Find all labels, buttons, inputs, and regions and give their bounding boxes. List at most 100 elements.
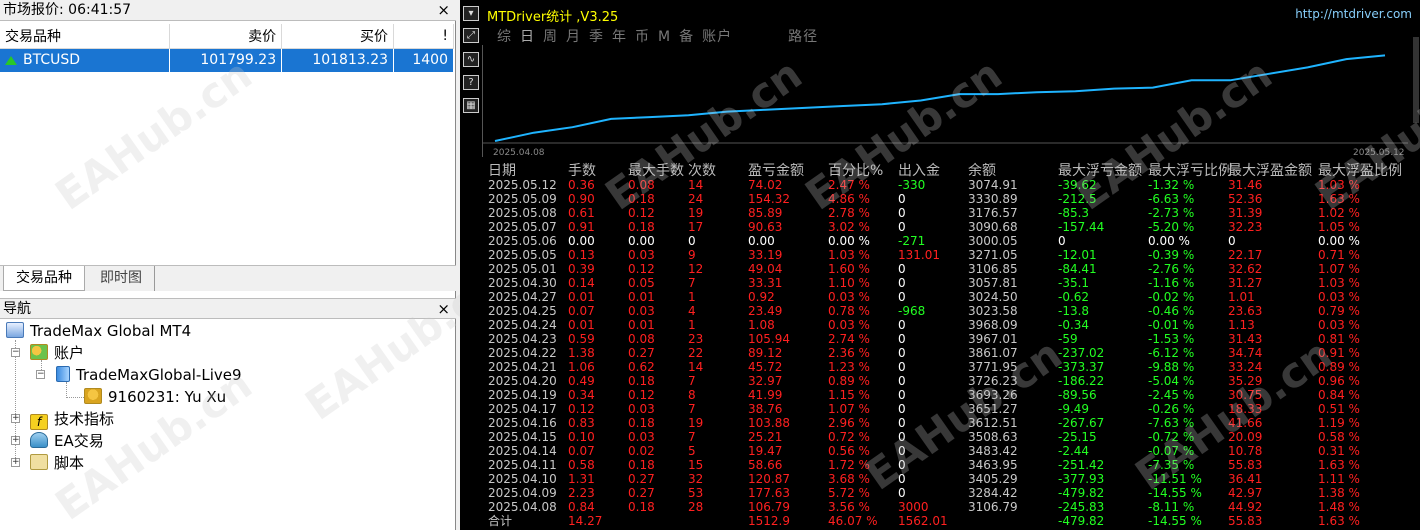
column-header-ask[interactable]: 买价 [281, 24, 395, 49]
column-header-spread[interactable]: ! [393, 24, 454, 49]
cell-balance: 3271.05 [968, 248, 1018, 262]
cell-deposit: 0 [898, 444, 906, 458]
expand-icon[interactable]: ⤢ [463, 28, 479, 43]
cell-max-float-loss: -237.02 [1058, 346, 1105, 360]
cell-balance: 3612.51 [968, 416, 1018, 430]
cell-max-float-loss: -377.93 [1058, 472, 1105, 486]
cell-pnl: 32.97 [748, 374, 783, 388]
cell-max-float-loss-pct: -1.32 % [1148, 178, 1195, 192]
cell-balance: 3106.85 [968, 262, 1018, 276]
expand-icon[interactable]: + [11, 414, 20, 423]
cell-balance: 3967.01 [968, 332, 1018, 346]
stats-menu-item[interactable]: 周 [543, 29, 558, 45]
cell-max-float-profit-pct: 0.96 % [1318, 374, 1360, 388]
symbol-cell[interactable]: BTCUSD [0, 48, 171, 72]
cell-max-float-profit: 32.62 [1228, 262, 1263, 276]
cell-percent: 3.56 % [828, 500, 870, 514]
cell-percent: 3.02 % [828, 220, 870, 234]
cell-max-float-loss: -251.42 [1058, 458, 1105, 472]
cell-lots: 0.61 [568, 206, 595, 220]
tree-node-experts[interactable]: EA交易 [30, 430, 104, 452]
tree-node-scripts[interactable]: 脚本 [30, 452, 84, 474]
cell-deposit: 0 [898, 430, 906, 444]
tab-tick-chart[interactable]: 即时图 [88, 266, 155, 291]
cell-count: 32 [688, 472, 704, 486]
cell-max-float-profit-pct: 1.38 % [1318, 486, 1360, 500]
stats-menu-item[interactable]: 日 [520, 29, 535, 45]
cell-date: 2025.04.10 [488, 472, 557, 486]
cell-pnl: 33.31 [748, 276, 783, 290]
column-header-count: 次数 [688, 163, 716, 179]
stats-menu-item[interactable]: 币 [635, 29, 650, 45]
stats-menu-item[interactable]: 季 [589, 29, 604, 45]
indicator-url[interactable]: http://mtdriver.com [1295, 7, 1412, 21]
bid-cell[interactable]: 101799.23 [169, 48, 283, 72]
stats-menu-item[interactable]: M [658, 29, 671, 45]
tab-symbols[interactable]: 交易品种 [3, 266, 85, 291]
market-watch-close-icon[interactable]: × [437, 0, 450, 21]
stats-menu-item[interactable]: 路径 [788, 29, 818, 45]
stats-menu-item[interactable]: 账户 [702, 29, 732, 45]
cell-count: 14 [688, 178, 704, 192]
column-header-symbol[interactable]: 交易品种 [0, 24, 171, 49]
tree-node-account[interactable]: 9160231: Yu Xu [84, 386, 226, 408]
stats-menu-item[interactable]: 月 [566, 29, 581, 45]
cell-max-float-loss: -0.62 [1058, 290, 1090, 304]
help-icon[interactable]: ? [463, 75, 479, 90]
scrollbar-thumb[interactable] [1413, 37, 1419, 123]
cell-max-float-profit-pct: 0.89 % [1318, 360, 1360, 374]
tree-node-server[interactable]: TradeMaxGlobal-Live9 [56, 364, 242, 386]
total-cell-max-float-profit: 55.83 [1228, 514, 1263, 528]
cell-deposit: -271 [898, 234, 926, 248]
cell-date: 2025.05.07 [488, 220, 557, 234]
cell-count: 23 [688, 332, 704, 346]
cell-count: 15 [688, 458, 704, 472]
collapse-icon[interactable]: − [11, 348, 20, 357]
total-cell-date: 合计 [488, 514, 513, 528]
cell-deposit: 0 [898, 472, 906, 486]
scrollbar[interactable] [1412, 37, 1420, 530]
navigator-close-icon[interactable]: × [437, 299, 450, 320]
chart-window: ▾ ⤢ ∿ ? ▦ MTDriver统计 ,V3.25 http://mtdri… [460, 0, 1420, 530]
stats-menu-item[interactable]: 备 [679, 29, 694, 45]
stats-menu-item[interactable]: 年 [612, 29, 627, 45]
cell-max-lots: 0.01 [628, 318, 655, 332]
tree-label-server: TradeMaxGlobal-Live9 [76, 366, 242, 384]
expand-icon[interactable]: + [11, 458, 20, 467]
equity-curve-svg: 2025.04.08 2025.05.12 [483, 54, 1408, 158]
cell-deposit: 0 [898, 276, 906, 290]
cell-max-float-loss-pct: -2.45 % [1148, 388, 1195, 402]
cell-max-float-loss-pct: -14.55 % [1148, 486, 1202, 500]
cell-max-float-profit: 31.39 [1228, 206, 1263, 220]
indicators-icon: f [30, 414, 48, 430]
cell-lots: 0.14 [568, 276, 595, 290]
collapse-icon[interactable]: − [36, 370, 45, 379]
total-cell-pnl: 1512.9 [748, 514, 790, 528]
cell-date: 2025.04.21 [488, 360, 557, 374]
cell-max-float-profit: 1.13 [1228, 318, 1255, 332]
cell-max-lots: 0.18 [628, 374, 655, 388]
table-row[interactable]: BTCUSD 101799.23 101813.23 1400 [0, 48, 454, 72]
tree-node-indicators[interactable]: f 技术指标 [30, 408, 114, 430]
stats-menu-item[interactable]: 综 [497, 29, 512, 45]
equity-line [494, 54, 1386, 142]
chevron-down-icon[interactable]: ▾ [463, 6, 479, 21]
chart-icon[interactable]: ∿ [463, 52, 479, 67]
cell-deposit: 0 [898, 374, 906, 388]
cell-max-lots: 0.12 [628, 206, 655, 220]
cell-percent: 3.68 % [828, 472, 870, 486]
cell-percent: 1.23 % [828, 360, 870, 374]
cell-count: 14 [688, 360, 704, 374]
spread-cell[interactable]: 1400 [393, 48, 454, 72]
expand-icon[interactable]: + [11, 436, 20, 445]
grid-icon[interactable]: ▦ [463, 98, 479, 113]
cell-max-float-loss-pct: -2.76 % [1148, 262, 1195, 276]
cell-lots: 0.00 [568, 234, 595, 248]
tree-label-account: 9160231: Yu Xu [108, 388, 227, 406]
column-header-bid[interactable]: 卖价 [169, 24, 283, 49]
tree-node-accounts[interactable]: 账户 [30, 342, 84, 364]
cell-percent: 5.72 % [828, 486, 870, 500]
tree-node-terminal[interactable]: TradeMax Global MT4 [6, 320, 191, 342]
ask-cell[interactable]: 101813.23 [281, 48, 395, 72]
market-watch-titlebar: 市场报价: 06:41:57 × [0, 0, 456, 21]
